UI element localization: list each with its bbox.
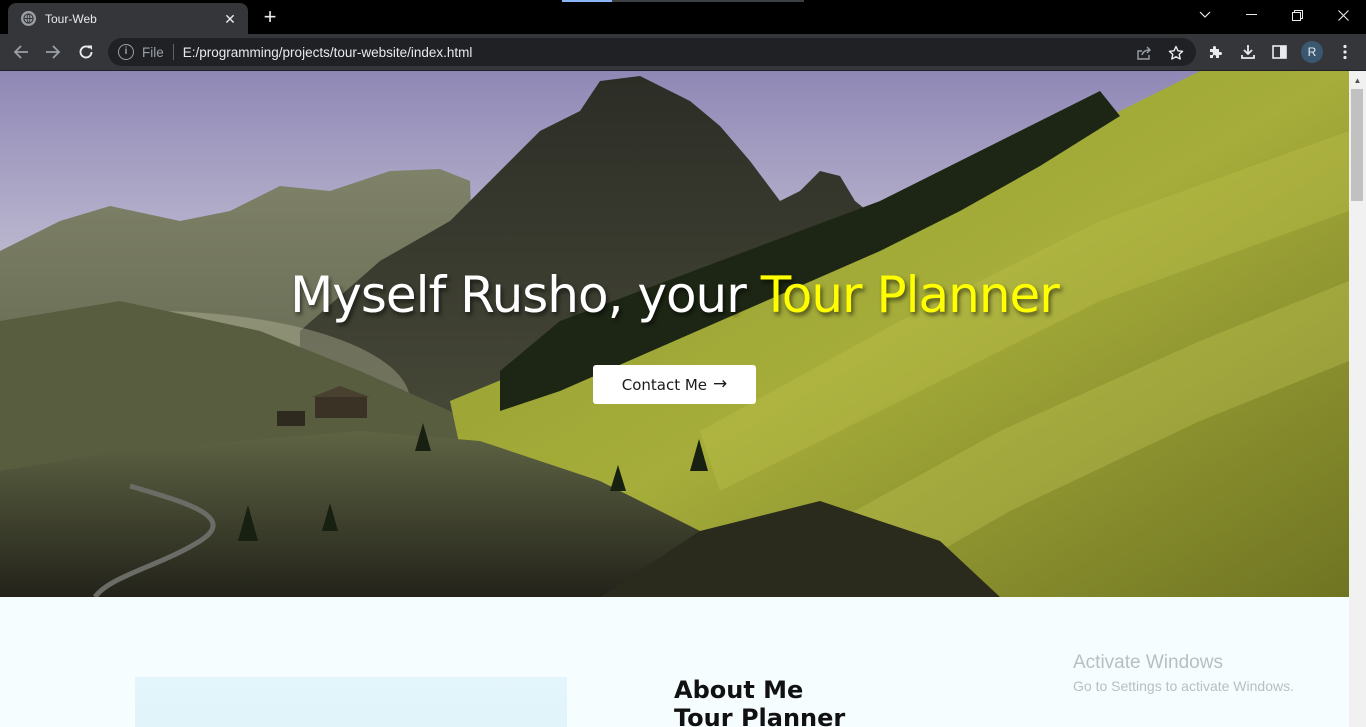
hero-heading-prefix: Myself Rusho, your bbox=[290, 266, 761, 324]
address-bar[interactable]: i File E:/programming/projects/tour-webs… bbox=[108, 38, 1196, 66]
restore-button[interactable] bbox=[1274, 0, 1320, 30]
browser-titlebar: Tour-Web ✕ + bbox=[0, 0, 1366, 34]
activate-windows-title: Activate Windows bbox=[1073, 652, 1223, 673]
mountain-landscape-image bbox=[0, 71, 1349, 597]
scrollbar-thumb[interactable] bbox=[1351, 89, 1363, 201]
omnibox-divider bbox=[172, 44, 174, 60]
contact-me-label: Contact Me bbox=[621, 375, 708, 394]
new-tab-button[interactable]: + bbox=[259, 6, 281, 29]
page-viewport: Myself Rusho, your Tour Planner Contact … bbox=[0, 71, 1349, 727]
about-heading: About Me Tour Planner bbox=[674, 676, 845, 727]
share-icon[interactable] bbox=[1135, 44, 1153, 62]
hero-heading-accent: Tour Planner bbox=[760, 266, 1060, 324]
reload-icon[interactable] bbox=[73, 39, 99, 65]
hero-section: Myself Rusho, your Tour Planner Contact … bbox=[0, 71, 1349, 597]
url-text[interactable]: E:/programming/projects/tour-website/ind… bbox=[183, 45, 473, 60]
scroll-up-arrow-icon[interactable]: ▲ bbox=[1349, 75, 1366, 87]
minimize-button[interactable] bbox=[1228, 0, 1274, 30]
tab-search-chevron-down-icon[interactable] bbox=[1182, 0, 1228, 30]
hero-heading: Myself Rusho, your Tour Planner bbox=[0, 266, 1349, 324]
tab-strip-indicator bbox=[562, 0, 804, 2]
about-heading-line1: About Me bbox=[674, 676, 804, 704]
tab-close-icon[interactable]: ✕ bbox=[222, 11, 238, 27]
back-arrow-icon[interactable] bbox=[8, 39, 34, 65]
vertical-scrollbar[interactable]: ▲ bbox=[1349, 71, 1366, 727]
about-heading-line2: Tour Planner bbox=[674, 704, 846, 727]
activate-windows-subtitle: Go to Settings to activate Windows. bbox=[1073, 678, 1294, 694]
download-icon[interactable] bbox=[1236, 40, 1260, 64]
profile-avatar[interactable]: R bbox=[1301, 41, 1323, 63]
side-panel-icon[interactable] bbox=[1268, 40, 1292, 64]
close-window-button[interactable] bbox=[1320, 0, 1366, 30]
browser-toolbar: i File E:/programming/projects/tour-webs… bbox=[0, 34, 1366, 71]
about-image bbox=[135, 677, 567, 727]
info-icon[interactable]: i bbox=[118, 44, 134, 60]
tab-tour-web[interactable]: Tour-Web ✕ bbox=[8, 3, 248, 34]
puzzle-icon[interactable] bbox=[1204, 40, 1228, 64]
star-icon[interactable] bbox=[1167, 44, 1185, 62]
arrow-right-icon: → bbox=[713, 374, 728, 394]
file-scheme-label: File bbox=[142, 44, 164, 60]
contact-me-button[interactable]: Contact Me → bbox=[593, 365, 756, 404]
forward-arrow-icon[interactable] bbox=[40, 39, 66, 65]
kebab-menu-icon[interactable] bbox=[1333, 40, 1357, 64]
globe-icon bbox=[21, 11, 36, 26]
tab-title: Tour-Web bbox=[45, 11, 97, 26]
activate-windows-watermark: Activate Windows Go to Settings to activ… bbox=[1073, 651, 1294, 697]
